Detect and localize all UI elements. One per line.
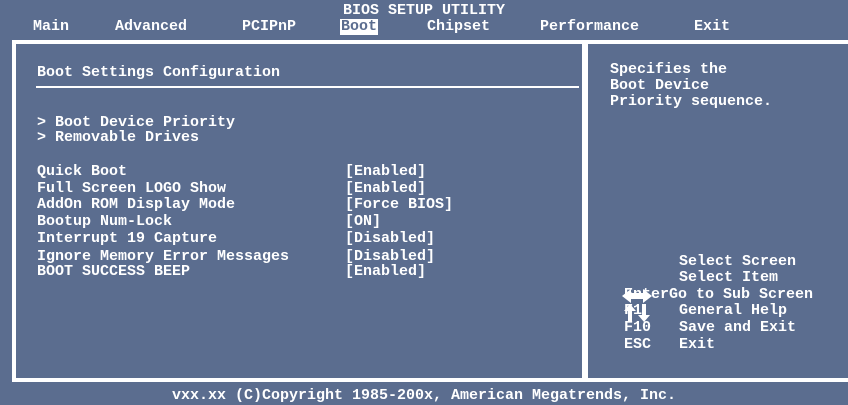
setting-value-boot-success-beep[interactable]: [Enabled] xyxy=(345,264,426,280)
section-title: Boot Settings Configuration xyxy=(37,64,281,81)
setting-value-quick-boot[interactable]: [Enabled] xyxy=(345,164,426,180)
tab-main[interactable]: Main xyxy=(32,19,70,35)
tab-boot[interactable]: Boot xyxy=(340,19,379,35)
tab-pcipnp[interactable]: PCIPnP xyxy=(241,19,297,35)
setting-label-addon-rom-display: AddOn ROM Display Mode xyxy=(37,196,236,213)
tab-performance[interactable]: Performance xyxy=(539,19,640,35)
key-desc-exit: Exit xyxy=(679,336,716,353)
submenu-removable-drives[interactable]: > Removable Drives xyxy=(37,130,199,146)
frame-left-border xyxy=(12,40,16,382)
key-esc: ESC xyxy=(624,336,652,353)
key-enter: Enter xyxy=(624,286,670,303)
key-desc-select-screen: Select Screen xyxy=(679,253,797,270)
help-line-1: Specifies the xyxy=(610,61,728,78)
setting-label-bootup-num-lock: Bootup Num-Lock xyxy=(37,213,173,230)
tab-exit[interactable]: Exit xyxy=(693,19,731,35)
bios-title: BIOS SETUP UTILITY xyxy=(342,2,506,19)
setting-label-quick-boot: Quick Boot xyxy=(37,163,128,180)
tab-chipset[interactable]: Chipset xyxy=(426,19,491,35)
setting-label-boot-success-beep: BOOT SUCCESS BEEP xyxy=(37,263,191,280)
setting-value-full-screen-logo[interactable]: [Enabled] xyxy=(345,181,426,197)
setting-value-interrupt-19[interactable]: [Disabled] xyxy=(345,231,435,247)
help-line-2: Boot Device xyxy=(610,77,710,94)
key-desc-save-and-exit: Save and Exit xyxy=(679,319,797,336)
key-f1: F1 xyxy=(624,302,643,319)
frame-bottom-border xyxy=(12,378,848,382)
frame-top-border xyxy=(12,40,848,44)
key-f10: F10 xyxy=(624,319,652,336)
copyright-footer: vxx.xx (C)Copyright 1985-200x, American … xyxy=(171,387,677,404)
key-desc-go-to-sub-screen: Go to Sub Screen xyxy=(669,286,814,303)
setting-label-interrupt-19: Interrupt 19 Capture xyxy=(37,230,218,247)
frame-middle-divider xyxy=(582,40,588,382)
tab-advanced[interactable]: Advanced xyxy=(114,19,188,35)
section-divider xyxy=(36,86,579,88)
setting-value-bootup-num-lock[interactable]: [ON] xyxy=(345,214,381,230)
setting-label-full-screen-logo: Full Screen LOGO Show xyxy=(37,180,227,197)
setting-value-addon-rom-display[interactable]: [Force BIOS] xyxy=(345,197,453,213)
help-line-3: Priority sequence. xyxy=(610,93,773,110)
key-desc-select-item: Select Item xyxy=(679,269,779,286)
key-desc-general-help: General Help xyxy=(679,302,788,319)
